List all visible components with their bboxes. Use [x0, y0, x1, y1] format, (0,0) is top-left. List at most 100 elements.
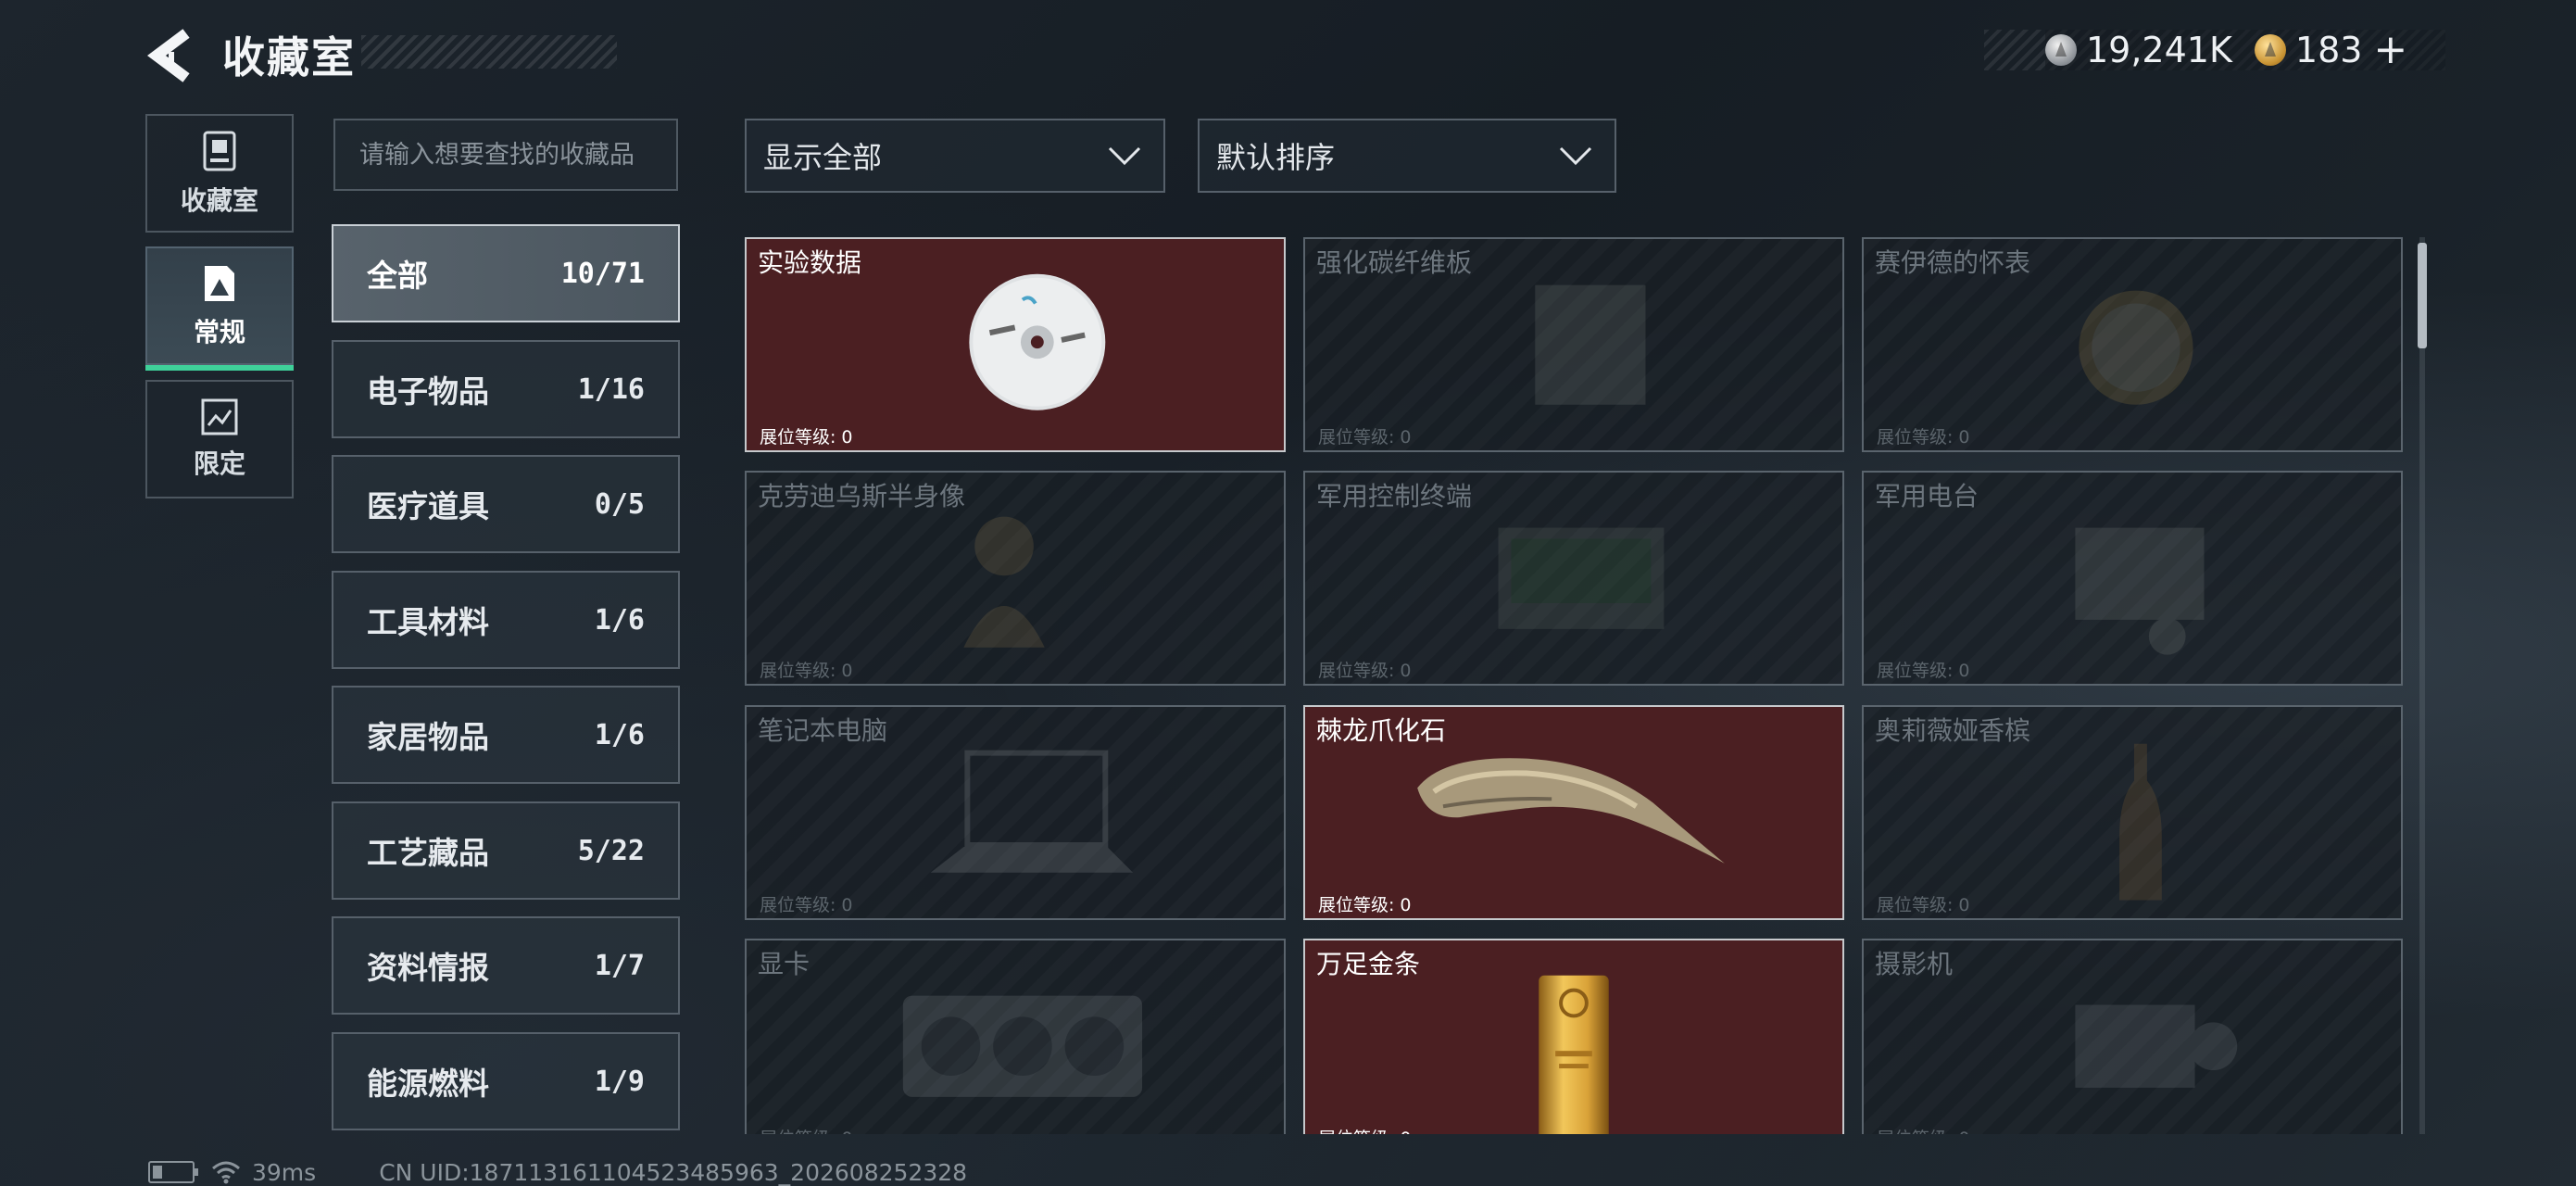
level-value: 0 [1958, 1129, 1969, 1134]
category-count: 1/16 [577, 372, 645, 406]
grid-scrollbar-track[interactable] [2419, 237, 2425, 1134]
nav-tab-collection[interactable]: 收藏室 [145, 114, 294, 233]
category-name: 医疗道具 [367, 488, 489, 524]
level-value: 0 [1400, 895, 1412, 915]
level-label: 展位等级: [1318, 427, 1395, 448]
collection-item-card[interactable]: 棘龙爪化石 展位等级: 0 [1303, 705, 1844, 920]
item-level: 展位等级:0 [1871, 657, 1970, 682]
limited-icon [201, 398, 238, 435]
graphics-card-icon [902, 995, 1143, 1097]
category-all[interactable]: 全部 10/71 [332, 224, 680, 322]
item-level: 展位等级:0 [1313, 423, 1412, 448]
item-name: 实验数据 [758, 247, 862, 278]
level-value: 0 [1400, 661, 1412, 681]
level-value: 0 [1958, 895, 1970, 915]
collection-item-card[interactable]: 赛伊德的怀表 展位等级: 0 [1862, 237, 2403, 452]
category-name: 家居物品 [367, 719, 489, 755]
collection-search-input[interactable] [333, 119, 678, 191]
category-name: 工艺藏品 [367, 835, 489, 871]
category-medical[interactable]: 医疗道具 0/5 [332, 455, 680, 553]
collection-item-card[interactable]: 笔记本电脑 展位等级: 0 [745, 705, 1286, 920]
category-count: 1/7 [594, 949, 645, 982]
collection-item-card[interactable]: 军用控制终端 展位等级: 0 [1303, 471, 1844, 686]
nav-tab-regular[interactable]: 常规 [145, 246, 294, 371]
item-name: 万足金条 [1316, 949, 1421, 979]
display-filter-dropdown[interactable]: 显示全部 [745, 119, 1165, 193]
level-value: 0 [841, 895, 853, 915]
grid-scrollbar-thumb[interactable] [2418, 243, 2427, 348]
category-count: 0/5 [594, 487, 645, 521]
level-value: 0 [841, 427, 853, 448]
item-name: 奥莉薇娅香槟 [1875, 715, 2031, 746]
collection-item-card[interactable]: 显卡 展位等级: 0 [745, 939, 1286, 1134]
item-level: 展位等级:0 [1871, 423, 1970, 448]
category-count: 1/6 [594, 603, 645, 637]
add-currency-button[interactable]: + [2373, 30, 2407, 70]
level-label: 展位等级: [1318, 661, 1395, 681]
silver-coin-icon [2045, 34, 2077, 66]
collection-item-card[interactable]: 军用电台 展位等级: 0 [1862, 471, 2403, 686]
category-tools[interactable]: 工具材料 1/6 [332, 571, 680, 669]
level-label: 展位等级: [760, 895, 836, 915]
collection-item-card[interactable]: 摄影机 展位等级: 0 [1862, 939, 2403, 1134]
category-fuel[interactable]: 能源燃料 1/9 [332, 1032, 680, 1130]
level-label: 展位等级: [1877, 661, 1954, 681]
dropdown-value: 默认排序 [1216, 140, 1336, 175]
category-name: 全部 [367, 258, 428, 294]
nav-tab-limited[interactable]: 限定 [145, 380, 294, 498]
back-arrow-icon [147, 29, 190, 82]
silver-currency-value: 19,241K [2086, 30, 2232, 70]
back-button[interactable] [144, 28, 195, 83]
category-household[interactable]: 家居物品 1/6 [332, 686, 680, 784]
currency-bar: 19,241K 183 + [1984, 30, 2445, 70]
chevron-down-icon [1559, 146, 1592, 166]
level-label: 展位等级: [1318, 895, 1395, 915]
item-level: 展位等级:0 [754, 423, 853, 448]
category-name: 电子物品 [367, 373, 489, 410]
category-intel[interactable]: 资料情报 1/7 [332, 916, 680, 1015]
category-count: 1/6 [594, 718, 645, 751]
nav-label: 常规 [193, 317, 245, 347]
level-value: 0 [1958, 661, 1970, 681]
level-label: 展位等级: [760, 1129, 836, 1134]
level-label: 展位等级: [1877, 1129, 1953, 1134]
item-name: 军用电台 [1875, 481, 1979, 511]
gold-currency-value: 183 [2294, 30, 2363, 70]
category-count: 5/22 [577, 834, 645, 867]
item-level: 展位等级:0 [754, 891, 853, 916]
page-title: 收藏室 [222, 32, 356, 82]
sort-dropdown[interactable]: 默认排序 [1198, 119, 1616, 193]
nav-label: 收藏室 [180, 185, 258, 216]
category-count: 10/71 [560, 257, 645, 290]
level-label: 展位等级: [760, 427, 836, 448]
collection-item-card[interactable]: 强化碳纤维板 展位等级: 0 [1303, 237, 1844, 452]
wifi-icon [212, 1161, 240, 1184]
ping-value: 39ms [252, 1158, 317, 1186]
gold-coin-icon [2254, 34, 2286, 66]
level-label: 展位等级: [1877, 895, 1954, 915]
uid-text: CN UID:18711316110452348596​3_2026082523… [379, 1158, 968, 1186]
item-name: 显卡 [758, 949, 810, 979]
item-name: 棘龙爪化石 [1316, 715, 1447, 746]
collection-item-card[interactable]: 奥莉薇娅香槟 展位等级: 0 [1862, 705, 2403, 920]
title-decoration [361, 35, 617, 69]
item-level: 展位等级: 0 [1871, 1125, 1970, 1134]
category-electronics[interactable]: 电子物品 1/16 [332, 340, 680, 438]
collection-item-card[interactable]: 万足金条 展位等级: 0 [1303, 939, 1844, 1134]
item-name: 克劳迪乌斯半身像 [758, 481, 966, 511]
nav-label: 限定 [193, 448, 245, 479]
level-value: 0 [1958, 427, 1970, 448]
item-name: 赛伊德的怀表 [1875, 247, 2031, 278]
category-name: 资料情报 [367, 950, 489, 986]
battery-icon [148, 1161, 198, 1183]
collection-item-card[interactable]: 实验数据 展位等级: 0 [745, 237, 1286, 452]
item-name: 笔记本电脑 [758, 715, 888, 746]
level-value: 0 [841, 1129, 852, 1134]
level-label: 展位等级: [1877, 427, 1954, 448]
level-value: 0 [841, 661, 853, 681]
collection-item-card[interactable]: 克劳迪乌斯半身像 展位等级: 0 [745, 471, 1286, 686]
category-crafts[interactable]: 工艺藏品 5/22 [332, 801, 680, 900]
document-icon [205, 266, 234, 301]
level-value: 0 [1400, 427, 1412, 448]
dropdown-value: 显示全部 [763, 140, 883, 175]
